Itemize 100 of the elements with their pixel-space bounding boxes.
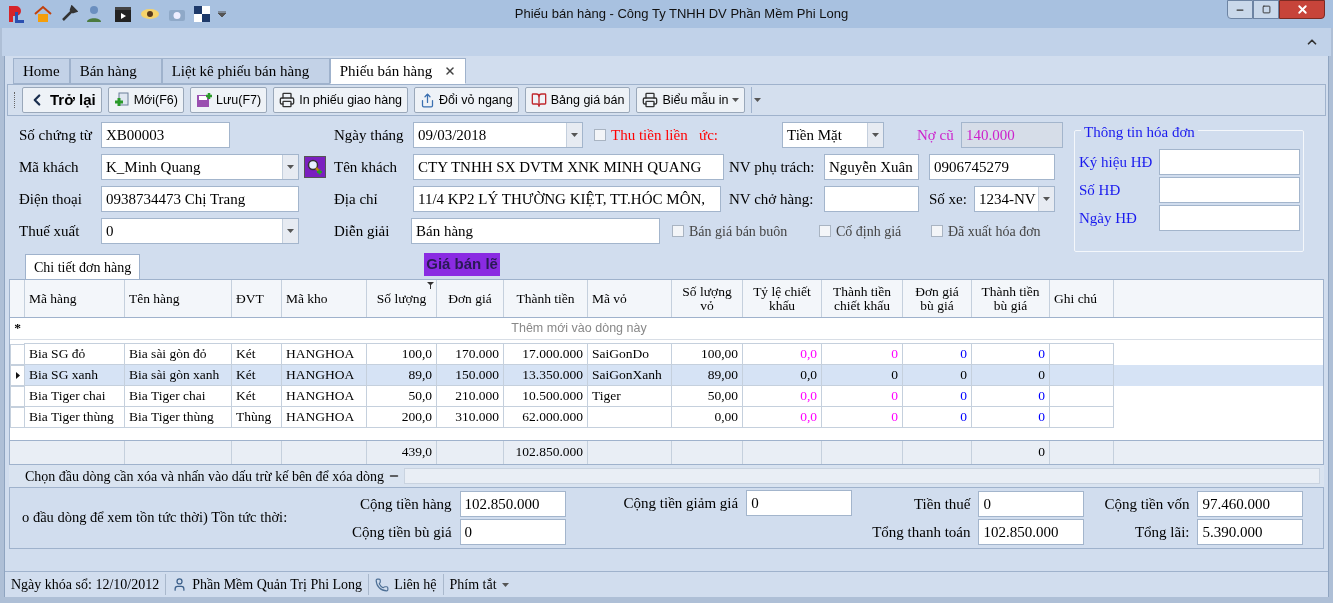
window-title: Phiếu bán hàng - Công Ty TNHH DV Phần Mềm Phi Long bbox=[514, 5, 849, 24]
column-total: 439,0 bbox=[401, 443, 432, 462]
input-field[interactable]: 102.850.000 bbox=[459, 491, 566, 517]
tab[interactable]: Home bbox=[13, 58, 70, 84]
field-label: Diễn giải bbox=[334, 221, 391, 241]
home-icon[interactable] bbox=[34, 5, 52, 23]
column-header[interactable]: Thành tiền chiết khấu bbox=[822, 280, 903, 317]
input-field[interactable] bbox=[1159, 149, 1300, 175]
status-item[interactable]: Phần Mềm Quản Trị Phi Long bbox=[192, 574, 363, 595]
field-label: Tổng thanh toán bbox=[872, 522, 971, 542]
phone-icon bbox=[375, 577, 390, 592]
input-field[interactable]: XB00003 bbox=[101, 122, 230, 148]
new-document-icon bbox=[113, 92, 130, 108]
toolbar-button[interactable]: Trở lại bbox=[22, 87, 102, 113]
column-header[interactable]: Mã hàng bbox=[25, 280, 125, 317]
book-icon bbox=[530, 92, 547, 108]
maximize-icon bbox=[1261, 5, 1271, 14]
user-icon bbox=[172, 577, 188, 592]
clapperboard-icon[interactable] bbox=[114, 5, 132, 23]
dropdown-field[interactable]: 1234-NV bbox=[974, 186, 1055, 212]
search-add-button[interactable] bbox=[304, 156, 326, 178]
table-row[interactable]: Bia SG xanh Bia sài gòn xanh Két HANGHOA 89,0 150.000 13.350.000 SaiGonXanh 89,00 0,0 0 0 0 bbox=[10, 365, 1323, 386]
column-header[interactable]: Đơn giá bbox=[437, 280, 504, 317]
input-field[interactable]: 0906745279 bbox=[929, 154, 1055, 180]
close-tab-icon[interactable] bbox=[444, 65, 457, 77]
field-label: Ký hiệu HĐ bbox=[1079, 152, 1154, 172]
new-row-marker: * bbox=[13, 319, 22, 338]
field-label: Số xe: bbox=[929, 189, 968, 209]
tab[interactable]: Chi tiết đơn hàng bbox=[25, 254, 141, 279]
tab[interactable]: Liệt kê phiếu bán hàng bbox=[161, 58, 330, 84]
checkbox[interactable] bbox=[819, 225, 831, 237]
input-field[interactable]: 5.390.000 bbox=[1197, 519, 1304, 545]
dropdown-caret-icon bbox=[1043, 197, 1050, 201]
filter-icon[interactable] bbox=[427, 282, 434, 289]
column-header[interactable]: ĐVT bbox=[232, 280, 282, 317]
close-button[interactable] bbox=[1279, 0, 1325, 19]
column-header[interactable]: Ghi chú bbox=[1050, 280, 1114, 317]
field-label: Cộng tiền giảm giá bbox=[623, 493, 739, 513]
input-field[interactable]: 102.850.000 bbox=[978, 519, 1085, 545]
field-label: Địa chỉ bbox=[334, 189, 379, 209]
input-field[interactable] bbox=[1159, 205, 1300, 231]
price-mode-label: Giá bán lẽ bbox=[424, 253, 500, 276]
status-item[interactable]: Phím tắt bbox=[449, 574, 497, 595]
column-header[interactable]: Mã kho bbox=[282, 280, 367, 317]
tab[interactable]: Bán hàng bbox=[69, 58, 162, 84]
field-label: Nợ cũ bbox=[917, 125, 955, 145]
column-header[interactable]: Số lượng vỏ bbox=[672, 280, 743, 317]
input-field[interactable]: Nguyễn Xuân bbox=[824, 154, 919, 180]
dropdown-caret-icon bbox=[732, 98, 740, 102]
column-header[interactable]: Tỷ lệ chiết khấu bbox=[743, 280, 822, 317]
field-label: Điện thoại bbox=[19, 189, 83, 209]
tab[interactable]: Phiếu bán hàng bbox=[329, 58, 467, 84]
input-field[interactable]: 0 bbox=[459, 519, 566, 545]
checkered-icon[interactable] bbox=[194, 6, 210, 22]
customize-caret-icon[interactable] bbox=[218, 11, 226, 17]
close-icon bbox=[1295, 3, 1309, 16]
input-field[interactable]: Bán hàng bbox=[411, 218, 660, 244]
dropdown-field[interactable]: K_Minh Quang bbox=[101, 154, 299, 180]
input-field[interactable]: 0938734473 Chị Trang bbox=[101, 186, 299, 212]
toolbar-button[interactable]: Biểu mẫu in bbox=[636, 87, 746, 113]
input-field[interactable]: CTY TNHH SX DVTM XNK MINH QUANG bbox=[413, 154, 724, 180]
field-label: ức: bbox=[699, 125, 719, 145]
field-label: NV chở hàng: bbox=[729, 189, 815, 209]
column-header[interactable]: Tên hàng bbox=[125, 280, 232, 317]
checkbox-label: Thu tiền liền bbox=[611, 125, 688, 145]
input-field[interactable] bbox=[1159, 177, 1300, 203]
toolbar-button[interactable]: Bảng giá bán bbox=[524, 87, 631, 113]
checkbox[interactable] bbox=[672, 225, 684, 237]
toolbar-button[interactable]: Đổi vỏ ngang bbox=[414, 87, 519, 113]
column-header[interactable]: Thành tiền bbox=[504, 280, 588, 317]
stock-hint: o đầu dòng để xem tồn tức thời) Tồn tức thời: bbox=[21, 508, 289, 528]
status-item[interactable]: Liên hệ bbox=[394, 574, 437, 595]
column-header[interactable]: Số lượng bbox=[367, 280, 437, 317]
dropdown-field[interactable]: 0 bbox=[101, 218, 299, 244]
minimize-button[interactable] bbox=[1227, 0, 1253, 19]
printer-icon bbox=[642, 92, 659, 108]
date-picker[interactable]: 09/03/2018 bbox=[413, 122, 583, 148]
input-field[interactable] bbox=[824, 186, 919, 212]
eye-icon[interactable] bbox=[140, 7, 160, 21]
tools-icon[interactable] bbox=[60, 5, 78, 23]
column-header[interactable]: Mã vỏ bbox=[588, 280, 672, 317]
input-field[interactable]: 97.460.000 bbox=[1197, 491, 1304, 517]
new-row-placeholder[interactable]: Thêm mới vào dòng này bbox=[25, 318, 1133, 339]
column-header[interactable]: Thành tiền bù giá bbox=[972, 280, 1050, 317]
dropdown-caret-icon bbox=[501, 582, 509, 587]
horizontal-scrollbar[interactable] bbox=[404, 468, 1320, 484]
checkbox[interactable] bbox=[931, 225, 943, 237]
checkbox-label: Cố định giá bbox=[836, 222, 902, 241]
input-field[interactable]: 11/4 KP2 LÝ THƯỜNG KIỆT, TT.HÓC MÔN, bbox=[413, 186, 721, 212]
toolbar-overflow-button[interactable] bbox=[751, 87, 764, 113]
dropdown-field[interactable]: Tiền Mặt bbox=[782, 122, 884, 148]
input-field[interactable]: 0 bbox=[746, 490, 853, 516]
toolbar-button[interactable]: In phiếu giao hàng bbox=[273, 87, 409, 113]
maximize-button[interactable] bbox=[1253, 0, 1279, 19]
column-header[interactable]: Đơn giá bù giá bbox=[903, 280, 972, 317]
share-arrow-icon bbox=[420, 92, 436, 108]
toolbar-button[interactable]: Mới(F6) bbox=[107, 87, 184, 113]
toolbar-button[interactable]: Lưu(F7) bbox=[190, 87, 268, 113]
checkbox[interactable] bbox=[594, 129, 606, 141]
input-field[interactable]: 0 bbox=[978, 491, 1085, 517]
